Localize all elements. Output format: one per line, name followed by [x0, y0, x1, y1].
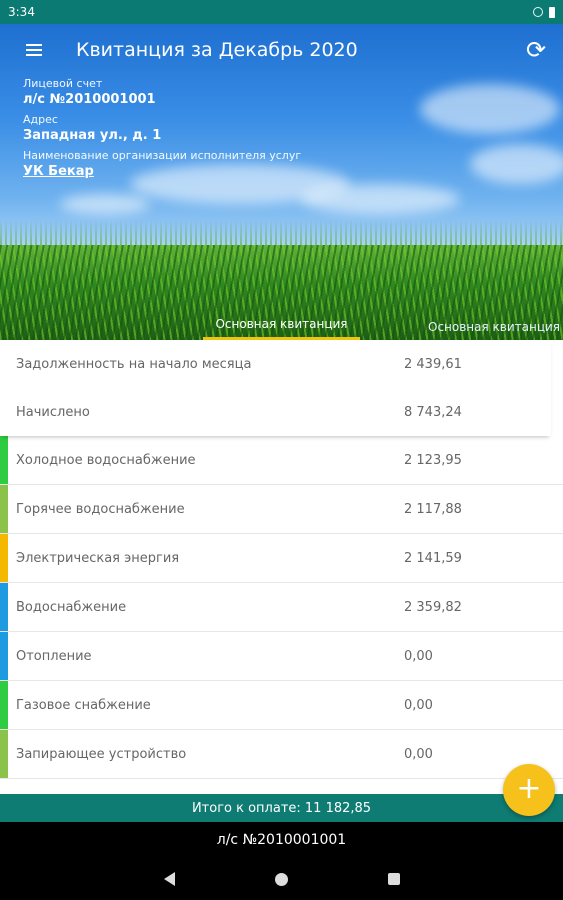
account-info: Лицевой счет л/с №2010001001 Адрес Запад…: [23, 77, 301, 185]
tab-main-receipt[interactable]: Основная квитанция: [203, 317, 360, 340]
item-value: 2 439,61: [404, 356, 462, 372]
org-label: Наименование организации исполнителя усл…: [23, 149, 302, 162]
system-nav-bar: [0, 858, 563, 900]
battery-icon: [549, 6, 555, 18]
item-name: Отопление: [16, 648, 92, 664]
item-value: 8 743,24: [404, 404, 462, 420]
home-icon[interactable]: [274, 872, 288, 886]
list-item[interactable]: Начислено 8 743,24: [0, 388, 551, 436]
item-name: Электрическая энергия: [16, 550, 180, 566]
item-name: Начислено: [16, 404, 90, 420]
color-indicator: [0, 436, 8, 484]
item-value: 2 359,82: [404, 599, 462, 615]
color-indicator: [0, 583, 8, 631]
list-item[interactable]: Запирающее устройство 0,00: [0, 730, 563, 779]
recents-icon[interactable]: [387, 873, 400, 885]
list-item[interactable]: Электрическая энергия 2 141,59: [0, 534, 563, 583]
tab-main-receipt-2[interactable]: Основная квитанция: [428, 320, 563, 340]
item-name: Горячее водоснабжение: [16, 501, 185, 517]
tab-bar: Основная квитанция Основная квитанция: [0, 312, 563, 340]
account-bar-label: л/с №2010001001: [216, 832, 347, 848]
status-bar: 3:34: [0, 0, 563, 24]
summary-block: Задолженность на начало месяца 2 439,61 …: [0, 340, 551, 436]
account-value: л/с №2010001001: [23, 92, 156, 107]
item-name: Водоснабжение: [16, 599, 127, 615]
list-item[interactable]: Отопление 0,00: [0, 632, 563, 681]
item-name: Запирающее устройство: [16, 746, 187, 762]
data-saver-icon: [533, 7, 543, 17]
menu-icon[interactable]: [26, 44, 42, 56]
color-indicator: [0, 681, 8, 729]
item-value: 0,00: [404, 648, 433, 664]
color-indicator: [0, 485, 8, 533]
item-value: 0,00: [404, 746, 433, 762]
color-indicator: [0, 730, 8, 778]
address-label: Адрес: [23, 113, 58, 126]
item-value: 2 141,59: [404, 550, 462, 566]
address-value: Западная ул., д. 1: [23, 128, 162, 143]
list-item[interactable]: Газовое снабжение 0,00: [0, 681, 563, 730]
page-title: Квитанция за Декабрь 2020: [76, 39, 358, 61]
item-name: Газовое снабжение: [16, 697, 151, 713]
app-toolbar: Квитанция за Декабрь 2020 ⟳: [0, 24, 563, 76]
color-indicator: [0, 632, 8, 680]
item-value: 2 123,95: [404, 452, 462, 468]
item-name: Задолженность на начало месяца: [16, 356, 252, 372]
charges-list: Задолженность на начало месяца 2 439,61 …: [0, 340, 563, 779]
status-icons: [533, 6, 555, 18]
status-time: 3:34: [8, 5, 35, 19]
list-item[interactable]: Водоснабжение 2 359,82: [0, 583, 563, 632]
item-name: Холодное водоснабжение: [16, 452, 196, 468]
color-indicator: [0, 534, 8, 582]
org-link[interactable]: УК Бекар: [23, 164, 301, 179]
add-button[interactable]: +: [503, 764, 555, 816]
back-icon[interactable]: [163, 872, 175, 886]
total-bar: Итого к оплате: 11 182,85: [0, 794, 563, 822]
list-item[interactable]: Холодное водоснабжение 2 123,95: [0, 436, 563, 485]
account-switcher[interactable]: л/с №2010001001: [0, 822, 563, 858]
item-value: 2 117,88: [404, 501, 462, 517]
list-item[interactable]: Горячее водоснабжение 2 117,88: [0, 485, 563, 534]
item-value: 0,00: [404, 697, 433, 713]
total-label: Итого к оплате: 11 182,85: [191, 800, 372, 816]
list-item[interactable]: Задолженность на начало месяца 2 439,61: [0, 340, 551, 388]
account-label: Лицевой счет: [23, 77, 103, 90]
refresh-icon[interactable]: ⟳: [523, 37, 549, 63]
